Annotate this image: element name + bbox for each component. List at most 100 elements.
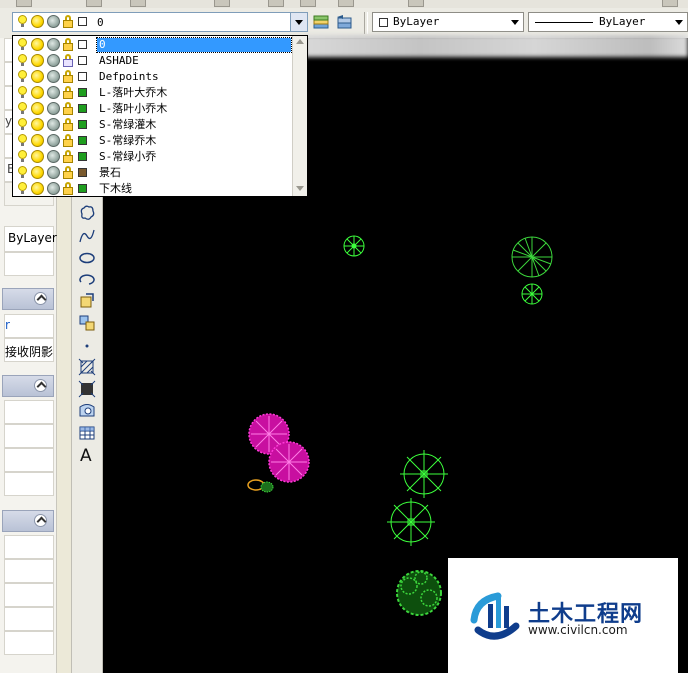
property-row[interactable] bbox=[4, 559, 54, 583]
viewport-freeze-icon[interactable] bbox=[47, 118, 60, 131]
freeze-thaw-icon[interactable] bbox=[31, 166, 44, 179]
spline-icon[interactable] bbox=[78, 227, 96, 245]
layer-list-item[interactable]: 景石 bbox=[13, 165, 293, 181]
toolbar-button[interactable] bbox=[662, 0, 678, 7]
lock-icon[interactable] bbox=[63, 182, 75, 195]
freeze-thaw-icon[interactable] bbox=[31, 102, 44, 115]
lock-icon[interactable] bbox=[63, 15, 75, 28]
freeze-thaw-icon[interactable] bbox=[31, 70, 44, 83]
viewport-freeze-icon[interactable] bbox=[47, 150, 60, 163]
linetype-property-row[interactable]: ByLayer bbox=[4, 226, 57, 252]
layer-list-item[interactable]: S-常绿灌木 bbox=[13, 117, 293, 133]
layer-on-icon[interactable] bbox=[17, 38, 28, 51]
ellipse-arc-icon[interactable] bbox=[78, 271, 96, 289]
gradient-icon[interactable] bbox=[78, 380, 96, 398]
chevron-down-icon[interactable] bbox=[675, 20, 683, 25]
linetype-control-dropdown[interactable]: ByLayer bbox=[528, 12, 688, 32]
layer-previous-icon[interactable] bbox=[335, 14, 353, 32]
layer-on-icon[interactable] bbox=[17, 150, 28, 163]
viewport-freeze-icon[interactable] bbox=[47, 166, 60, 179]
viewport-freeze-icon[interactable] bbox=[47, 38, 60, 51]
shrub-symbol[interactable] bbox=[396, 570, 442, 616]
freeze-thaw-icon[interactable] bbox=[31, 134, 44, 147]
layer-on-icon[interactable] bbox=[17, 102, 28, 115]
lock-icon[interactable] bbox=[63, 38, 75, 51]
viewport-freeze-icon[interactable] bbox=[47, 54, 60, 67]
layer-on-icon[interactable] bbox=[17, 166, 28, 179]
lock-icon[interactable] bbox=[63, 70, 75, 83]
make-block-icon[interactable] bbox=[78, 314, 96, 332]
layer-on-icon[interactable] bbox=[17, 118, 28, 131]
layer-list-item[interactable]: 下木线 bbox=[13, 181, 293, 197]
property-row[interactable] bbox=[4, 424, 54, 448]
lock-icon[interactable] bbox=[63, 86, 75, 99]
property-row[interactable] bbox=[4, 448, 54, 472]
property-row[interactable] bbox=[4, 583, 54, 607]
table-icon[interactable] bbox=[78, 424, 96, 442]
section-header[interactable] bbox=[2, 288, 54, 310]
lock-icon[interactable] bbox=[63, 150, 75, 163]
hatch-icon[interactable] bbox=[78, 358, 96, 376]
collapse-icon[interactable] bbox=[34, 514, 47, 527]
toolbar-button[interactable] bbox=[300, 0, 316, 7]
chevron-down-icon[interactable] bbox=[511, 20, 519, 25]
viewport-freeze-icon[interactable] bbox=[47, 70, 60, 83]
property-row[interactable] bbox=[4, 400, 54, 424]
tree-symbol[interactable] bbox=[511, 236, 553, 278]
lock-icon[interactable] bbox=[63, 134, 75, 147]
freeze-thaw-icon[interactable] bbox=[31, 38, 44, 51]
collapse-icon[interactable] bbox=[34, 292, 47, 305]
viewport-freeze-icon[interactable] bbox=[47, 102, 60, 115]
layer-on-icon[interactable] bbox=[17, 134, 28, 147]
layer-control-dropdown[interactable]: 0 bbox=[12, 12, 308, 32]
layer-on-icon[interactable] bbox=[17, 182, 28, 195]
toolbar-button[interactable] bbox=[130, 0, 146, 7]
tree-symbol[interactable] bbox=[400, 450, 448, 498]
layer-list-item[interactable]: 0 bbox=[13, 37, 293, 53]
scrollbar[interactable] bbox=[292, 36, 307, 196]
shadow-property-row[interactable]: 接收阴影 bbox=[4, 338, 54, 362]
toolbar-button[interactable] bbox=[16, 0, 32, 7]
layer-dropdown-list[interactable]: 0 ASHADE Defpoints L-落叶大乔木 L-落叶小乔木 S-常绿灌木 S-常绿… bbox=[12, 35, 308, 197]
layer-on-icon[interactable] bbox=[17, 70, 28, 83]
lock-icon[interactable] bbox=[63, 118, 75, 131]
viewport-freeze-icon[interactable] bbox=[47, 15, 60, 28]
property-row[interactable] bbox=[4, 535, 54, 559]
toolbar-button[interactable] bbox=[86, 0, 102, 7]
toolbar-button[interactable] bbox=[338, 0, 354, 7]
freeze-thaw-icon[interactable] bbox=[31, 15, 44, 28]
ellipse-icon[interactable] bbox=[78, 249, 96, 267]
point-icon[interactable] bbox=[78, 336, 96, 354]
insert-block-icon[interactable] bbox=[78, 292, 96, 310]
viewport-freeze-icon[interactable] bbox=[47, 86, 60, 99]
freeze-thaw-icon[interactable] bbox=[31, 54, 44, 67]
freeze-thaw-icon[interactable] bbox=[31, 86, 44, 99]
layer-list-item[interactable]: S-常绿小乔 bbox=[13, 149, 293, 165]
lock-icon[interactable] bbox=[63, 166, 75, 179]
layer-list-item[interactable]: L-落叶大乔木 bbox=[13, 85, 293, 101]
layer-on-icon[interactable] bbox=[17, 54, 28, 67]
lock-icon[interactable] bbox=[63, 54, 75, 67]
toolbar-button[interactable] bbox=[408, 0, 424, 7]
viewport-freeze-icon[interactable] bbox=[47, 134, 60, 147]
toolbar-button[interactable] bbox=[214, 0, 230, 7]
dropdown-arrow-icon[interactable] bbox=[290, 13, 307, 31]
scroll-up-icon[interactable] bbox=[296, 39, 304, 44]
toolbar-button[interactable] bbox=[268, 0, 284, 7]
rock-symbol[interactable] bbox=[247, 479, 274, 493]
revcloud-icon[interactable] bbox=[78, 204, 96, 222]
freeze-thaw-icon[interactable] bbox=[31, 182, 44, 195]
color-control-dropdown[interactable]: ByLayer bbox=[372, 12, 524, 32]
collapse-icon[interactable] bbox=[34, 379, 47, 392]
layer-on-icon[interactable] bbox=[17, 86, 28, 99]
section-header[interactable] bbox=[2, 375, 54, 397]
freeze-thaw-icon[interactable] bbox=[31, 150, 44, 163]
region-icon[interactable] bbox=[78, 402, 96, 420]
freeze-thaw-icon[interactable] bbox=[31, 118, 44, 131]
multiline-text-icon[interactable]: A bbox=[80, 446, 92, 466]
tree-symbol[interactable] bbox=[343, 235, 365, 257]
layer-list-item[interactable]: S-常绿乔木 bbox=[13, 133, 293, 149]
layer-list-item[interactable]: ASHADE bbox=[13, 53, 293, 69]
layer-list-item[interactable]: L-落叶小乔木 bbox=[13, 101, 293, 117]
layer-list-item[interactable]: Defpoints bbox=[13, 69, 293, 85]
